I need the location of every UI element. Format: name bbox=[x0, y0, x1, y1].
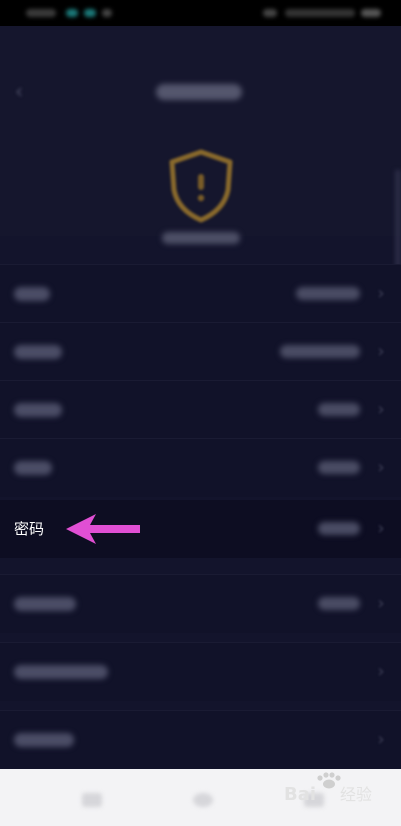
network-icon bbox=[66, 9, 78, 17]
shield-icon bbox=[166, 148, 236, 224]
row-value-blur bbox=[296, 287, 360, 300]
chevron-right-icon: › bbox=[377, 283, 385, 304]
chevron-right-icon: › bbox=[377, 518, 385, 539]
nav-back-button[interactable] bbox=[82, 793, 102, 807]
header: ‹ bbox=[0, 26, 401, 244]
chevron-right-icon: › bbox=[377, 341, 385, 362]
row-label-blur bbox=[14, 403, 62, 417]
baidu-paw-icon bbox=[317, 772, 341, 789]
phone-screen: ‹ › › › › 密码 › › › › Bai 经验 bbox=[0, 0, 401, 826]
row-value-blur bbox=[280, 345, 360, 358]
row-value-blur bbox=[318, 522, 360, 535]
list-item[interactable]: › bbox=[0, 642, 401, 701]
status-text-blur bbox=[285, 9, 355, 17]
row-label-blur bbox=[14, 733, 74, 747]
jingyan-text: 经验 bbox=[340, 785, 372, 804]
time-blur bbox=[26, 9, 56, 17]
page-title bbox=[156, 84, 242, 100]
status-bar-right bbox=[263, 4, 383, 18]
password-label: 密码 bbox=[14, 520, 45, 538]
list-item[interactable]: › bbox=[0, 710, 401, 769]
settings-list: › › › › 密码 › › › › bbox=[0, 264, 401, 769]
row-label-blur bbox=[14, 461, 52, 475]
row-label-blur bbox=[14, 597, 76, 611]
pointer-arrow-icon bbox=[66, 514, 140, 544]
list-item[interactable]: › bbox=[0, 380, 401, 439]
list-item-password[interactable]: 密码 › bbox=[0, 500, 401, 558]
list-item[interactable]: › bbox=[0, 322, 401, 381]
chevron-right-icon: › bbox=[377, 399, 385, 420]
row-value-blur bbox=[318, 403, 360, 416]
baidu-watermark: Bai 经验 bbox=[284, 772, 372, 805]
shield-caption bbox=[162, 232, 240, 244]
row-label-blur bbox=[14, 287, 50, 301]
notification-icon bbox=[102, 9, 112, 17]
row-label-blur bbox=[14, 665, 108, 679]
list-item[interactable]: › bbox=[0, 264, 401, 323]
row-label-blur bbox=[14, 345, 62, 359]
chevron-right-icon: › bbox=[377, 661, 385, 682]
battery-icon bbox=[361, 9, 381, 17]
chevron-right-icon: › bbox=[377, 593, 385, 614]
row-value-blur bbox=[318, 461, 360, 474]
chevron-right-icon: › bbox=[377, 457, 385, 478]
signal-icon bbox=[263, 9, 277, 17]
network-icon-2 bbox=[84, 9, 96, 17]
status-bar bbox=[0, 0, 401, 26]
status-bar-left bbox=[26, 4, 116, 18]
list-item[interactable]: › bbox=[0, 574, 401, 633]
row-value-blur bbox=[318, 597, 360, 610]
chevron-right-icon: › bbox=[377, 729, 385, 750]
list-item[interactable]: › bbox=[0, 438, 401, 497]
back-arrow-icon[interactable]: ‹ bbox=[6, 76, 32, 106]
nav-home-button[interactable] bbox=[193, 793, 213, 807]
baidu-text: Bai bbox=[284, 784, 316, 805]
